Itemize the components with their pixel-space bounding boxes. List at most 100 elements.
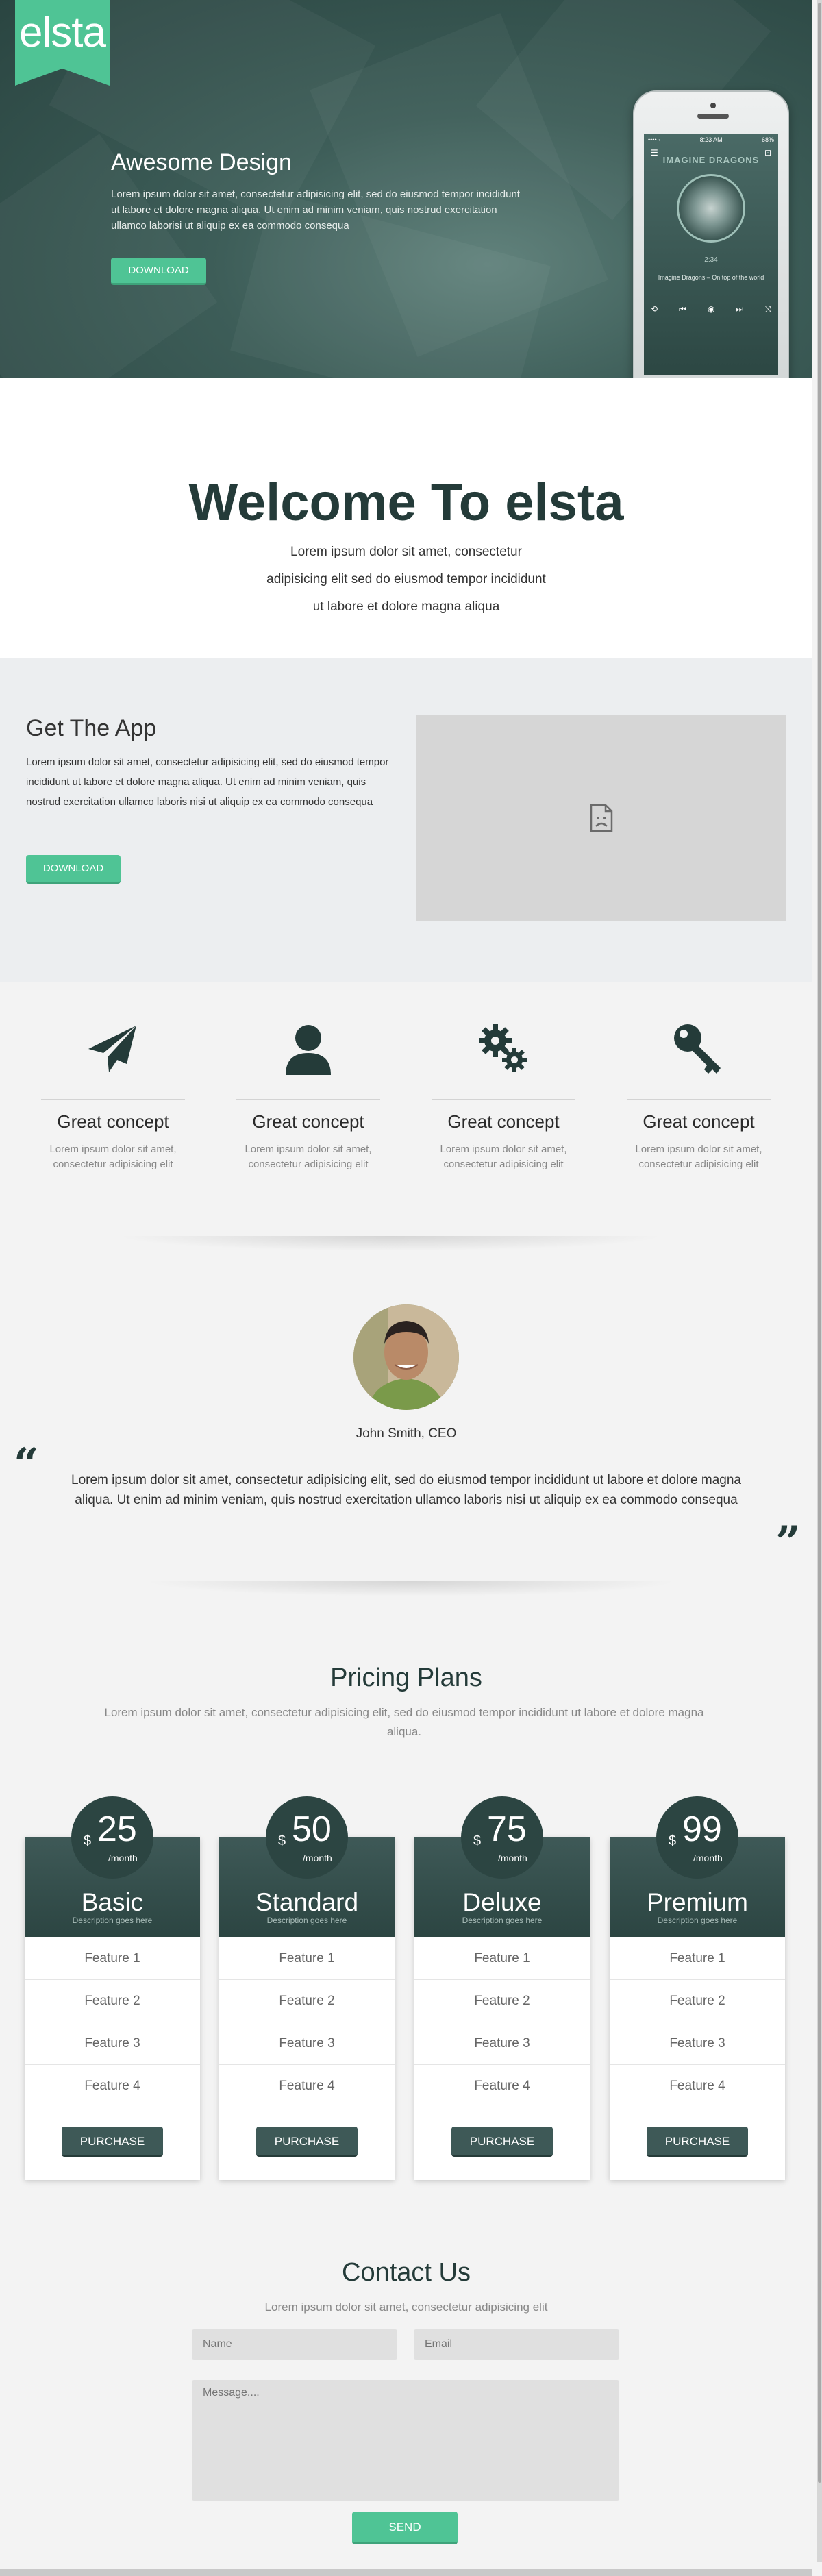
plan-feature: Feature 2 <box>414 1980 590 2022</box>
section-divider <box>116 1236 664 1251</box>
player-controls: ⟲ ⏮ ◉ ⏭ ⤨ <box>651 304 771 314</box>
phone-battery: 68% <box>761 136 774 143</box>
plan-feature: Feature 4 <box>610 2065 785 2107</box>
plan-name: Premium <box>646 1888 749 1916</box>
repeat-icon: ⟲ <box>651 304 658 314</box>
hero-download-button[interactable]: DOWNLOAD <box>111 258 206 285</box>
logo-text: elsta <box>19 9 106 56</box>
play-icon: ◉ <box>707 304 715 314</box>
phone-band-name: IMAGINE DRAGONS <box>662 155 760 165</box>
pricing-title: Pricing Plans <box>330 1663 482 1692</box>
plan-feature: Feature 1 <box>25 1937 200 1980</box>
price-period: /month <box>108 1853 138 1863</box>
ceo-photo <box>353 1304 459 1410</box>
plan-feature: Feature 3 <box>414 2022 590 2065</box>
price-badge: $ 99 /month <box>656 1796 738 1879</box>
feature-card: Great concept Lorem ipsum dolor sit amet… <box>236 982 380 1172</box>
hero-title: Awesome Design <box>111 149 292 175</box>
price-period: /month <box>498 1853 527 1863</box>
email-input[interactable] <box>414 2329 619 2360</box>
plan-card-standard: $ 50 /month Standard Description goes he… <box>219 1796 395 2180</box>
plan-feature: Feature 2 <box>610 1980 785 2022</box>
phone-camera <box>710 103 716 108</box>
ceo-name: John Smith, CEO <box>356 1426 457 1441</box>
plan-header: $ 75 /month Deluxe Description goes here <box>414 1796 590 1937</box>
plan-feature: Feature 2 <box>25 1980 200 2022</box>
send-button[interactable]: SEND <box>352 2512 458 2544</box>
feature-text: Lorem ipsum dolor sit amet, consectetur … <box>49 1143 177 1170</box>
testimonial-quote: Lorem ipsum dolor sit amet, consectetur … <box>71 1473 741 1507</box>
avatar <box>353 1304 459 1410</box>
plan-description: Description goes here <box>462 1916 543 1925</box>
feature-text: Lorem ipsum dolor sit amet, consectetur … <box>635 1143 762 1170</box>
quote-close-icon: ” <box>775 1517 801 1568</box>
broken-file-icon <box>590 804 613 832</box>
name-input[interactable] <box>192 2329 397 2360</box>
hero-section: elsta Awesome Design Lorem ipsum dolor s… <box>0 0 812 425</box>
price-currency: $ <box>84 1833 92 1848</box>
phone-speaker <box>697 114 729 119</box>
app-download-button[interactable]: DOWNLOAD <box>26 855 121 884</box>
plan-header: $ 50 /month Standard Description goes he… <box>219 1796 395 1937</box>
plan-feature: Feature 1 <box>219 1937 395 1980</box>
pricing-section: Pricing Plans Lorem ipsum dolor sit amet… <box>0 1631 812 2220</box>
hero-text: Lorem ipsum dolor sit amet, consectetur … <box>111 188 520 232</box>
vertical-scrollbar[interactable] <box>817 0 822 2562</box>
plan-name: Deluxe <box>462 1888 542 1916</box>
price-period: /month <box>693 1853 723 1863</box>
plan-card-deluxe: $ 75 /month Deluxe Description goes here… <box>414 1796 590 2180</box>
feature-card: Great concept Lorem ipsum dolor sit amet… <box>41 982 185 1172</box>
price-badge: $ 25 /month <box>71 1796 153 1879</box>
pricing-text: Lorem ipsum dolor sit amet, consectetur … <box>104 1706 704 1738</box>
previous-icon: ⏮ <box>679 304 686 314</box>
plan-feature: Feature 2 <box>219 1980 395 2022</box>
section-divider <box>144 1581 678 1596</box>
plan-description: Description goes here <box>72 1916 153 1925</box>
price-amount: 99 <box>682 1809 722 1849</box>
plan-header: $ 25 /month Basic Description goes here <box>25 1796 200 1937</box>
plan-name: Basic <box>81 1888 144 1916</box>
feature-divider <box>236 1099 380 1100</box>
phone-elapsed: 2:34 <box>704 256 718 264</box>
media-placeholder <box>416 715 786 921</box>
plan-name: Standard <box>255 1888 359 1916</box>
next-icon: ⏭ <box>736 304 744 314</box>
get-app-text: Lorem ipsum dolor sit amet, consectetur … <box>26 756 389 808</box>
purchase-button[interactable]: PURCHASE <box>647 2127 748 2157</box>
plan-card-basic: $ 25 /month Basic Description goes here … <box>25 1796 200 2180</box>
price-amount: 50 <box>292 1809 332 1849</box>
feature-title: Great concept <box>447 1111 560 1132</box>
price-amount: 75 <box>487 1809 527 1849</box>
price-amount: 25 <box>97 1809 137 1849</box>
paper-plane-icon <box>88 1026 136 1072</box>
phone-carrier: •••• ◦ <box>648 136 661 143</box>
price-currency: $ <box>473 1833 482 1848</box>
price-currency: $ <box>278 1833 286 1848</box>
scrollbar-thumb[interactable] <box>818 3 821 2483</box>
contact-section: Contact Us Lorem ipsum dolor sit amet, c… <box>0 2220 812 2576</box>
get-app-section: Get The App Lorem ipsum dolor sit amet, … <box>0 658 812 982</box>
purchase-button[interactable]: PURCHASE <box>256 2127 358 2157</box>
page: elsta Awesome Design Lorem ipsum dolor s… <box>0 0 822 2576</box>
contact-title: Contact Us <box>342 2258 471 2287</box>
plan-feature: Feature 3 <box>25 2022 200 2065</box>
horizontal-scrollbar[interactable] <box>0 2569 812 2576</box>
get-app-title: Get The App <box>26 715 157 741</box>
welcome-text: Lorem ipsum dolor sit amet, consectetur … <box>266 545 546 614</box>
plan-description: Description goes here <box>266 1916 347 1925</box>
price-period: /month <box>303 1853 332 1863</box>
feature-card: Great concept Lorem ipsum dolor sit amet… <box>627 982 771 1172</box>
purchase-button[interactable]: PURCHASE <box>62 2127 163 2157</box>
plan-description: Description goes here <box>657 1916 738 1925</box>
feature-text: Lorem ipsum dolor sit amet, consectetur … <box>245 1143 372 1170</box>
quote-open-icon: “ <box>14 1439 39 1490</box>
welcome-title: Welcome To elsta <box>188 473 624 532</box>
message-textarea[interactable] <box>192 2380 619 2501</box>
phone-track: Imagine Dragons – On top of the world <box>658 274 764 281</box>
feature-divider <box>41 1099 185 1100</box>
purchase-button[interactable]: PURCHASE <box>451 2127 553 2157</box>
feature-divider <box>432 1099 575 1100</box>
contact-text: Lorem ipsum dolor sit amet, consectetur … <box>264 2301 548 2314</box>
feature-title: Great concept <box>643 1111 755 1132</box>
phone-time: 8:23 AM <box>699 136 723 143</box>
